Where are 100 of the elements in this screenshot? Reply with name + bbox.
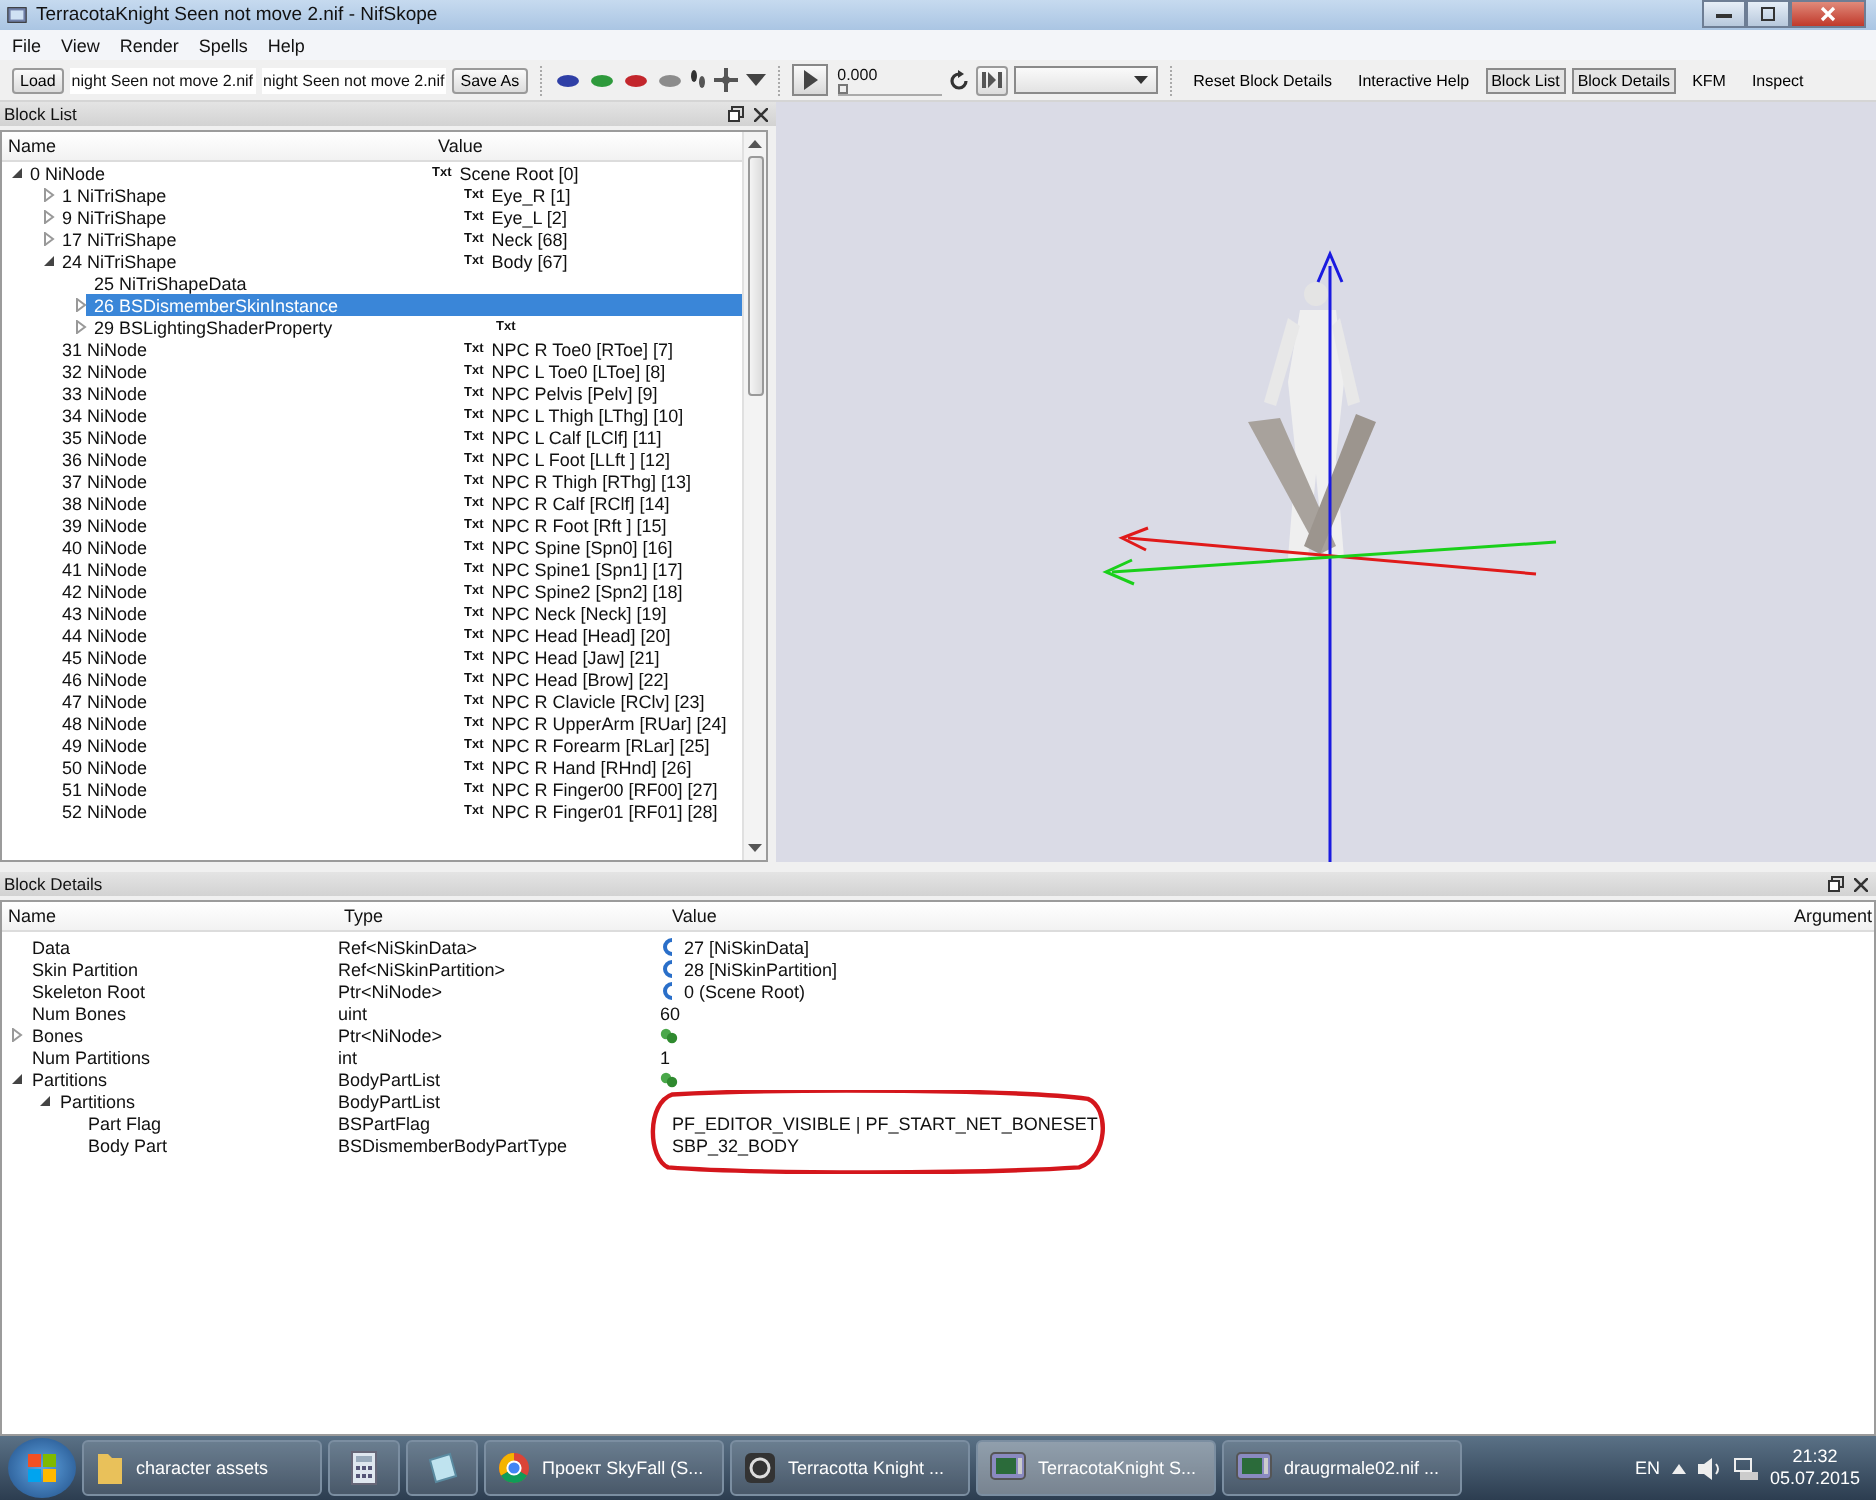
taskbar-button[interactable]: character assets bbox=[82, 1440, 322, 1496]
minimize-button[interactable] bbox=[1702, 0, 1746, 28]
column-header[interactable]: Value bbox=[666, 906, 1788, 926]
play-button[interactable] bbox=[791, 64, 828, 96]
expand-toggle[interactable] bbox=[74, 298, 88, 312]
block-name: 35 NiNode bbox=[62, 427, 148, 447]
animation-dropdown[interactable] bbox=[1013, 66, 1158, 94]
taskbar-button[interactable] bbox=[406, 1440, 478, 1496]
block-value: Eye_R [1] bbox=[491, 185, 571, 205]
field-value: PF_EDITOR_VISIBLE | PF_START_NET_BONESET bbox=[672, 1113, 1098, 1133]
expand-toggle[interactable] bbox=[42, 188, 56, 202]
scrollbar[interactable] bbox=[742, 132, 766, 860]
toolbar-button[interactable]: Interactive Help bbox=[1351, 67, 1476, 93]
expand-toggle[interactable] bbox=[74, 320, 88, 334]
block-name: 29 BSLightingShaderProperty bbox=[94, 317, 333, 337]
field-name: Num Partitions bbox=[32, 1047, 151, 1067]
time-value: 0.000 bbox=[837, 65, 880, 83]
file-field[interactable]: night Seen not move 2.nif bbox=[69, 67, 256, 93]
column-header[interactable]: Name bbox=[2, 136, 432, 156]
float-icon[interactable] bbox=[1828, 876, 1844, 892]
close-icon[interactable] bbox=[1854, 877, 1868, 891]
menu-item[interactable]: View bbox=[61, 35, 100, 55]
taskbar-button[interactable] bbox=[328, 1440, 400, 1496]
maximize-button[interactable] bbox=[1746, 0, 1790, 28]
collapse-toggle[interactable] bbox=[10, 166, 24, 180]
menu-item[interactable]: Spells bbox=[198, 35, 248, 55]
block-value: NPC Spine2 [Spn2] [18] bbox=[491, 581, 683, 601]
toolbar-button[interactable]: Inspect bbox=[1745, 67, 1810, 93]
block-name: 38 NiNode bbox=[62, 493, 148, 513]
float-icon[interactable] bbox=[728, 106, 744, 122]
close-button[interactable] bbox=[1790, 0, 1866, 28]
app-icon bbox=[6, 4, 28, 26]
block-value: NPC Pelvis [Pelv] [9] bbox=[491, 383, 658, 403]
taskbar-button[interactable]: Проект SkyFall (S... bbox=[484, 1440, 724, 1496]
column-header[interactable]: Name bbox=[2, 906, 338, 926]
block-name: 40 NiNode bbox=[62, 537, 148, 557]
field-name: Partitions bbox=[60, 1091, 136, 1111]
close-icon[interactable] bbox=[754, 107, 768, 121]
column-header[interactable]: Argument bbox=[1788, 906, 1874, 926]
block-name: 9 NiTriShape bbox=[62, 207, 167, 227]
toolbar-button[interactable]: Reset Block Details bbox=[1187, 67, 1338, 93]
load-button[interactable]: Load bbox=[12, 67, 64, 93]
block-value: NPC R Thigh [RThg] [13] bbox=[491, 471, 691, 491]
scroll-thumb[interactable] bbox=[747, 156, 763, 396]
collapse-toggle[interactable] bbox=[42, 254, 56, 268]
step-button[interactable] bbox=[975, 65, 1008, 95]
block-name: 39 NiNode bbox=[62, 515, 148, 535]
field-name: Body Part bbox=[88, 1135, 168, 1155]
file-field[interactable]: night Seen not move 2.nif bbox=[261, 67, 447, 93]
column-header[interactable]: Type bbox=[338, 906, 666, 926]
eye-icon[interactable] bbox=[555, 73, 580, 87]
array-icon[interactable] bbox=[660, 1027, 678, 1043]
language-indicator[interactable]: EN bbox=[1634, 1458, 1660, 1478]
field-value: 28 [NiSkinPartition] bbox=[684, 959, 838, 979]
browser-icon bbox=[498, 1452, 530, 1484]
clock-time[interactable]: 21:32 bbox=[1792, 1446, 1838, 1468]
block-value: NPC Spine [Spn0] [16] bbox=[491, 537, 673, 557]
block-name: 44 NiNode bbox=[62, 625, 148, 645]
field-name: Partitions bbox=[32, 1069, 108, 1089]
network-icon[interactable] bbox=[1733, 1457, 1758, 1479]
toolbar-button[interactable]: Block Details bbox=[1571, 67, 1677, 93]
menu-item[interactable]: Render bbox=[119, 35, 179, 55]
toolbar-button[interactable]: KFM bbox=[1686, 67, 1732, 93]
block-value: NPC Spine1 [Spn1] [17] bbox=[491, 559, 683, 579]
taskbar-button[interactable]: draugrmale02.nif ... bbox=[1222, 1440, 1462, 1496]
scroll-up-icon[interactable] bbox=[748, 140, 762, 148]
collapse-toggle[interactable] bbox=[10, 1072, 24, 1086]
footprints-icon[interactable] bbox=[689, 68, 706, 92]
time-slider[interactable] bbox=[837, 83, 942, 95]
taskbar-button[interactable]: Terracotta Knight ... bbox=[730, 1440, 970, 1496]
field-name: Part Flag bbox=[88, 1113, 162, 1133]
collapse-toggle[interactable] bbox=[38, 1094, 52, 1108]
block-name: 48 NiNode bbox=[62, 713, 148, 733]
eye-icon[interactable] bbox=[623, 73, 648, 87]
field-type: BodyPartList bbox=[338, 1069, 443, 1089]
loop-icon[interactable] bbox=[947, 69, 970, 91]
expand-toggle[interactable] bbox=[42, 210, 56, 224]
block-name: 47 NiNode bbox=[62, 691, 148, 711]
menu-item[interactable]: File bbox=[12, 35, 42, 55]
caret-icon[interactable] bbox=[745, 74, 766, 86]
tray-arrow-icon[interactable] bbox=[1671, 1463, 1686, 1473]
toolbar-button[interactable]: Block List bbox=[1485, 67, 1566, 93]
notepad-icon bbox=[426, 1452, 458, 1484]
block-value: NPC L Thigh [LThg] [10] bbox=[491, 405, 684, 425]
clock-date[interactable]: 05.07.2015 bbox=[1769, 1468, 1860, 1490]
play-icon bbox=[801, 70, 818, 90]
menu-item[interactable]: Help bbox=[267, 35, 305, 55]
column-header[interactable]: Value bbox=[432, 136, 483, 156]
scroll-down-icon[interactable] bbox=[748, 844, 762, 852]
array-icon[interactable] bbox=[660, 1071, 678, 1087]
speaker-icon[interactable] bbox=[1697, 1457, 1722, 1479]
expand-toggle[interactable] bbox=[42, 232, 56, 246]
move-icon[interactable] bbox=[711, 68, 740, 92]
slider-thumb[interactable] bbox=[837, 83, 848, 93]
expand-toggle[interactable] bbox=[10, 1028, 24, 1042]
save-as-button[interactable]: Save As bbox=[452, 67, 528, 93]
tree-row[interactable]: 25 NiTriShapeData bbox=[2, 272, 742, 294]
block-name: 41 NiNode bbox=[62, 559, 148, 579]
start-button[interactable] bbox=[8, 1438, 76, 1498]
field-value: 60 bbox=[660, 1003, 681, 1023]
